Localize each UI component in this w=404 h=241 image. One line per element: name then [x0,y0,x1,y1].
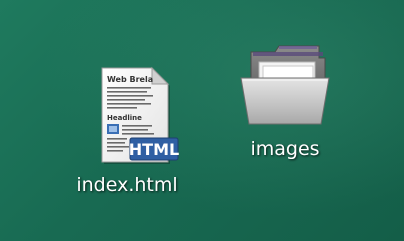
desktop[interactable]: Web Brela Headline HTML index.html image… [0,0,404,241]
page-heading-text: Headline [107,114,142,122]
folder-open-icon [240,45,330,125]
icon-label-images: images [250,138,320,160]
desktop-icon-images-folder[interactable]: images [222,38,348,160]
icon-label-index-html: index.html [76,174,178,196]
page-title-text: Web Brela [107,75,153,84]
html-file-icon: Web Brela Headline HTML [101,66,179,164]
desktop-icon-index-html[interactable]: Web Brela Headline HTML index.html [52,62,202,196]
html-badge-label: HTML [129,140,179,159]
